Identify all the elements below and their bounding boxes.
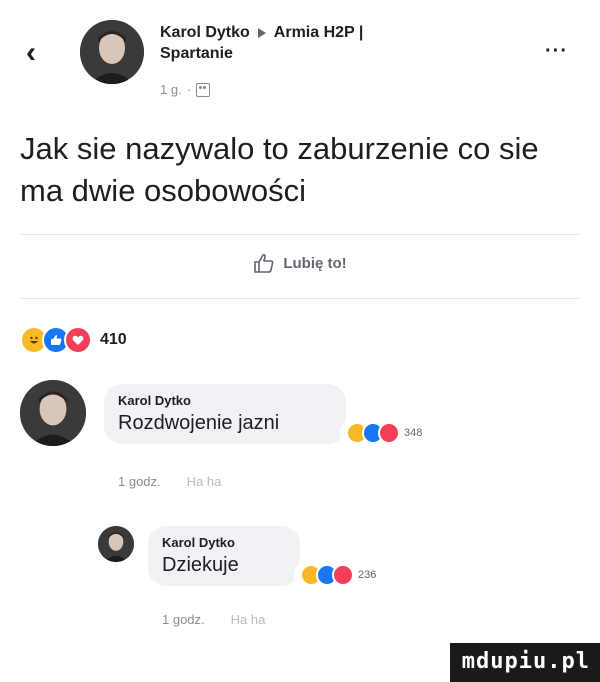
post-time[interactable]: 1 g. [160,82,182,98]
love-reaction-icon [332,564,354,586]
comment-text: Rozdwojenie jazni [118,412,280,434]
post-meta: 1 g. · [160,82,211,98]
thumbs-up-icon [254,253,274,273]
comment-time[interactable]: 1 godz. [118,474,161,489]
arrow-right-icon [257,27,266,38]
reply-time[interactable]: 1 godz. [162,612,205,627]
comment-reactions[interactable]: 348 [340,420,429,446]
like-label: Lubię to! [283,254,347,272]
comment-avatar[interactable] [20,380,86,446]
ellipsis-icon[interactable]: ··· [545,40,568,63]
love-reaction-icon [378,422,400,444]
reply-bubble[interactable]: Karol Dytko Dziekuje [148,526,300,586]
divider-bottom [20,298,580,299]
post-text: Jak sie nazywalo to zaburzenie co sie ma… [20,131,539,208]
reply-avatar[interactable] [98,526,134,562]
comment-author[interactable]: Karol Dytko [118,392,332,410]
back-button[interactable]: ‹ [26,38,36,68]
author-avatar[interactable] [80,20,144,84]
group-icon [196,83,211,97]
post-reactions[interactable]: 410 [20,326,127,354]
group-name-line2[interactable]: Spartanie [160,45,233,62]
reply-author[interactable]: Karol Dytko [162,534,286,552]
post-header-title: Karol Dytko Armia H2P | Spartanie [160,22,490,64]
author-name-link[interactable]: Karol Dytko [160,24,250,41]
reply-meta: 1 godz. Ha ha [162,612,265,627]
divider-top [20,234,580,235]
like-button[interactable]: Lubię to! [0,252,600,274]
reply-reaction-action[interactable]: Ha ha [231,612,266,627]
reply-text: Dziekuje [162,554,239,576]
comment-bubble[interactable]: Karol Dytko Rozdwojenie jazni [104,384,346,444]
reply-reactions[interactable]: 236 [294,562,383,588]
comment-reaction-count: 348 [404,427,423,439]
comment-reaction-action[interactable]: Ha ha [187,474,222,489]
group-name-link[interactable]: Armia H2P | [274,24,364,41]
love-reaction-icon [64,326,92,354]
site-watermark: mdupiu.pl [449,643,600,682]
reaction-count: 410 [100,331,127,348]
reply-reaction-count: 236 [358,569,377,581]
comment-meta: 1 godz. Ha ha [118,474,221,489]
meta-separator: · [186,82,192,97]
